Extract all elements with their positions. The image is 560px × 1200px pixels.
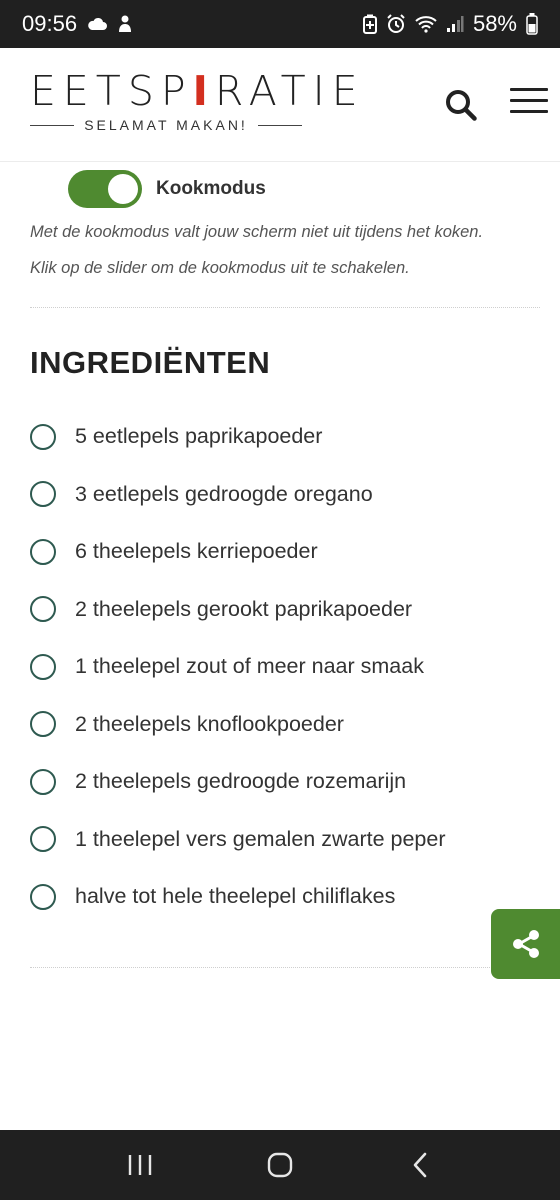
home-button[interactable] — [250, 1135, 310, 1195]
logo-text-start: EETSP — [30, 67, 193, 115]
toggle-knob — [108, 174, 138, 204]
share-button[interactable] — [491, 909, 560, 979]
ingredient-checkbox[interactable] — [30, 423, 56, 450]
battery-percentage: 58% — [472, 11, 517, 36]
status-left: 09:56 — [22, 11, 133, 37]
ingredient-label: 1 theelepel zout of meer naar smaak — [75, 654, 424, 679]
site-header: EETSPIRATIE SELAMAT MAKAN! — [0, 48, 560, 162]
status-bar: 09:56 58% — [0, 0, 560, 48]
ingredient-item[interactable]: 5 eetlepels paprikapoeder — [30, 408, 530, 466]
ingredient-label: 2 theelepels knoflookpoeder — [75, 711, 344, 736]
battery-saver-icon — [362, 14, 377, 34]
hamburger-menu-button[interactable] — [510, 86, 548, 116]
cook-mode-row: Kookmodus — [68, 170, 266, 208]
cook-mode-instruction: Klik op de slider om de kookmodus uit te… — [30, 259, 410, 277]
cloud-icon — [87, 17, 108, 31]
ingredient-item[interactable]: halve tot hele theelepel chiliflakes — [30, 868, 530, 926]
section-divider — [30, 307, 540, 308]
ingredient-checkbox[interactable] — [30, 481, 56, 508]
tagline-text: SELAMAT MAKAN! — [84, 117, 248, 133]
ingredient-checkbox[interactable] — [30, 711, 56, 738]
tagline-rule-left — [30, 124, 75, 126]
cook-mode-description: Met de kookmodus valt jouw scherm niet u… — [30, 223, 484, 241]
alarm-icon — [386, 14, 406, 34]
system-navigation-bar — [0, 1130, 560, 1200]
ingredient-label: 2 theelepels gedroogde rozemarijn — [75, 769, 407, 794]
site-logo[interactable]: EETSPIRATIE SELAMAT MAKAN! — [30, 67, 358, 133]
logo-wordmark: EETSPIRATIE — [30, 67, 358, 115]
search-icon — [446, 90, 477, 121]
logo-pepper-letter: I — [192, 67, 215, 115]
notification-icon — [117, 14, 133, 34]
ingredient-checkbox[interactable] — [30, 653, 56, 680]
ingredient-item[interactable]: 1 theelepel zout of meer naar smaak — [30, 638, 530, 696]
ingredient-item[interactable]: 2 theelepels knoflookpoeder — [30, 696, 530, 754]
home-icon — [267, 1152, 293, 1178]
ingredient-label: 6 theelepels kerriepoeder — [75, 539, 318, 564]
status-time: 09:56 — [22, 11, 78, 36]
ingredient-checkbox[interactable] — [30, 768, 56, 795]
ingredient-checkbox[interactable] — [30, 883, 56, 910]
ingredient-label: 3 eetlepels gedroogde oregano — [75, 481, 373, 506]
signal-icon — [446, 15, 464, 33]
ingredient-checkbox[interactable] — [30, 826, 56, 853]
back-button[interactable] — [390, 1135, 450, 1195]
ingredient-checkbox[interactable] — [30, 596, 56, 623]
tagline-rule-right — [257, 124, 302, 126]
logo-text-end: RATIE — [214, 67, 365, 115]
ingredient-item[interactable]: 6 theelepels kerriepoeder — [30, 523, 530, 581]
ingredient-label: 5 eetlepels paprikapoeder — [75, 424, 323, 449]
search-button[interactable] — [444, 88, 480, 124]
ingredient-item[interactable]: 3 eetlepels gedroogde oregano — [30, 466, 530, 524]
recents-button[interactable] — [110, 1135, 170, 1195]
ingredient-checkbox[interactable] — [30, 538, 56, 565]
ingredient-item[interactable]: 2 theelepels gerookt paprikapoeder — [30, 581, 530, 639]
logo-tagline: SELAMAT MAKAN! — [30, 117, 302, 133]
ingredient-label: 2 theelepels gerookt paprikapoeder — [75, 596, 413, 621]
ingredients-divider — [30, 967, 540, 968]
back-icon — [413, 1152, 427, 1178]
ingredients-heading: INGREDIËNTEN — [30, 345, 271, 380]
battery-icon — [526, 13, 538, 35]
ingredient-list: 5 eetlepels paprikapoeder 3 eetlepels ge… — [30, 408, 530, 926]
ingredient-item[interactable]: 2 theelepels gedroogde rozemarijn — [30, 753, 530, 811]
wifi-icon — [415, 15, 437, 33]
ingredient-label: 1 theelepel vers gemalen zwarte peper — [75, 826, 446, 851]
recents-icon — [128, 1155, 152, 1175]
ingredient-item[interactable]: 1 theelepel vers gemalen zwarte peper — [30, 811, 530, 869]
status-right: 58% — [362, 11, 538, 37]
cook-mode-toggle[interactable] — [68, 170, 142, 208]
ingredient-label: halve tot hele theelepel chiliflakes — [75, 884, 396, 909]
cook-mode-label: Kookmodus — [156, 178, 266, 199]
share-icon — [512, 930, 539, 958]
